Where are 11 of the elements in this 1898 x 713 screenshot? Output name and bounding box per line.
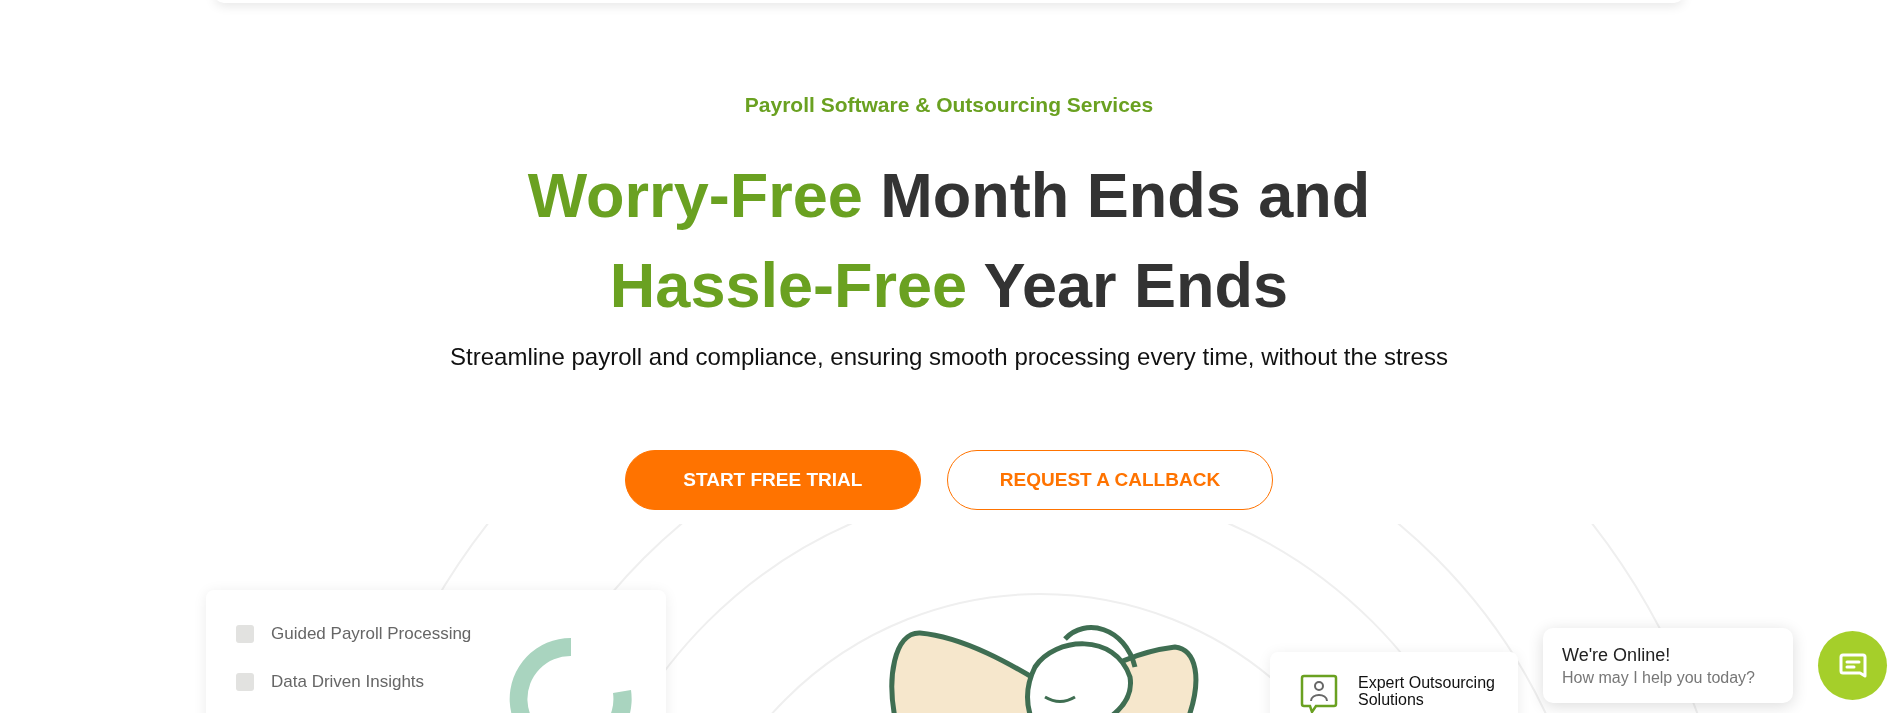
- chat-title: We're Online!: [1562, 643, 1672, 667]
- chat-message: How may I help you today?: [1562, 667, 1756, 688]
- subtitle: Streamline payroll and compliance, ensuring smooth processing every time, without the stress: [450, 342, 1448, 372]
- start-trial-button[interactable]: START FREE TRIAL: [624, 450, 921, 510]
- feature-label: Data Driven Insights: [271, 672, 425, 692]
- feature-label: Guided Payroll Processing: [271, 624, 472, 644]
- eyebrow-text: Payroll Software & Outsourcing Services: [744, 92, 1154, 118]
- service-title: Expert Outsourcing Solutions: [1358, 674, 1496, 708]
- chat-bubble[interactable]: We're Online! How may I help you today?: [1543, 628, 1793, 703]
- headline: Worry-Free Month Ends and Hassle-Free Year Ends: [527, 159, 1371, 322]
- callback-button[interactable]: REQUEST A CALLBACK: [946, 450, 1274, 510]
